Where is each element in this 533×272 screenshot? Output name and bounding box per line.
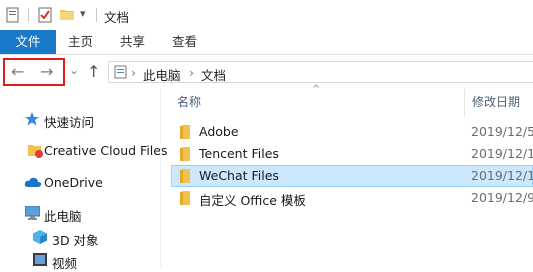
nav-item-this-pc[interactable]: 此电脑 — [0, 203, 160, 225]
nav-item-label: 3D 对象 — [52, 233, 99, 248]
file-date: 2019/12/1 — [471, 168, 533, 183]
column-divider[interactable] — [464, 89, 465, 117]
forward-button[interactable]: → — [40, 64, 53, 80]
nav-item-label: 此电脑 — [44, 209, 82, 224]
star-icon — [25, 112, 39, 126]
file-list: ^ 名称 修改日期 Adobe 2019/12/5 Tencent Files … — [161, 84, 533, 267]
back-button[interactable]: ← — [11, 64, 24, 80]
file-date: 2019/12/1 — [471, 146, 533, 161]
nav-item-3d-objects[interactable]: 3D 对象 — [0, 227, 160, 249]
documents-location-icon — [114, 65, 127, 79]
file-row[interactable]: Adobe 2019/12/5 — [171, 121, 533, 143]
up-button[interactable]: ↑ — [87, 64, 100, 80]
video-icon — [33, 253, 47, 266]
nav-item-label: OneDrive — [44, 175, 103, 190]
nav-item-creative-cloud-files[interactable]: Creative Cloud Files — [0, 140, 168, 162]
nav-item-label: 快速访问 — [44, 115, 95, 130]
file-name: 自定义 Office 模板 — [199, 193, 306, 208]
tab-file[interactable]: 文件 — [0, 30, 56, 54]
navigation-pane: 快速访问 Creative Cloud Files OneDrive 此电脑 3… — [0, 89, 168, 271]
navigation-bar: ← → ⌄ ↑ › 此电脑 › 文档 — [0, 55, 533, 89]
folder-icon — [180, 191, 190, 205]
customize-toolbar-dropdown[interactable]: ▾ — [80, 7, 86, 20]
file-name: WeChat Files — [199, 168, 279, 183]
file-row[interactable]: 自定义 Office 模板 2019/12/9 — [171, 187, 533, 209]
ribbon: 文件 主页 共享 查看 — [0, 30, 533, 55]
recent-locations-button[interactable]: ⌄ — [69, 62, 79, 78]
folder-icon — [180, 169, 190, 183]
breadcrumb-documents[interactable]: 文档 — [201, 65, 226, 84]
file-date: 2019/12/9 — [471, 190, 533, 205]
computer-icon — [25, 206, 40, 220]
file-name: Adobe — [199, 124, 239, 139]
nav-item-label: Creative Cloud Files — [44, 143, 168, 158]
cloud-icon — [24, 177, 42, 187]
nav-item-videos[interactable]: 视频 — [0, 250, 160, 272]
file-name: Tencent Files — [199, 146, 279, 161]
breadcrumb-separator: › — [131, 65, 136, 80]
file-row[interactable]: Tencent Files 2019/12/1 — [171, 143, 533, 165]
cube-icon — [33, 230, 47, 244]
address-bar[interactable]: › 此电脑 › 文档 — [108, 61, 533, 83]
sort-ascending-icon: ^ — [312, 84, 321, 95]
toolbar-divider — [28, 8, 29, 22]
tab-view[interactable]: 查看 — [172, 30, 197, 54]
title-divider — [96, 8, 97, 22]
nav-item-label: 视频 — [52, 256, 78, 271]
nav-item-quick-access[interactable]: 快速访问 — [0, 109, 160, 131]
column-header-date-modified[interactable]: 修改日期 — [472, 93, 520, 110]
nav-item-onedrive[interactable]: OneDrive — [0, 172, 160, 194]
column-header-name[interactable]: 名称 — [177, 93, 201, 110]
tab-share[interactable]: 共享 — [120, 30, 145, 54]
title-bar: ▾ 文档 — [0, 0, 533, 30]
breadcrumb-separator: › — [189, 65, 194, 80]
file-date: 2019/12/5 — [471, 124, 533, 139]
file-row-selected[interactable]: WeChat Files 2019/12/1 — [171, 165, 533, 187]
checkmark-properties-icon[interactable] — [38, 7, 53, 23]
new-folder-icon[interactable] — [60, 8, 74, 20]
folder-icon — [180, 125, 190, 139]
properties-icon[interactable] — [6, 7, 20, 23]
creative-cloud-folder-icon — [28, 145, 43, 158]
window-title: 文档 — [104, 10, 130, 25]
tab-home[interactable]: 主页 — [68, 30, 93, 54]
folder-icon — [180, 147, 190, 161]
breadcrumb-this-pc[interactable]: 此电脑 — [143, 65, 181, 84]
